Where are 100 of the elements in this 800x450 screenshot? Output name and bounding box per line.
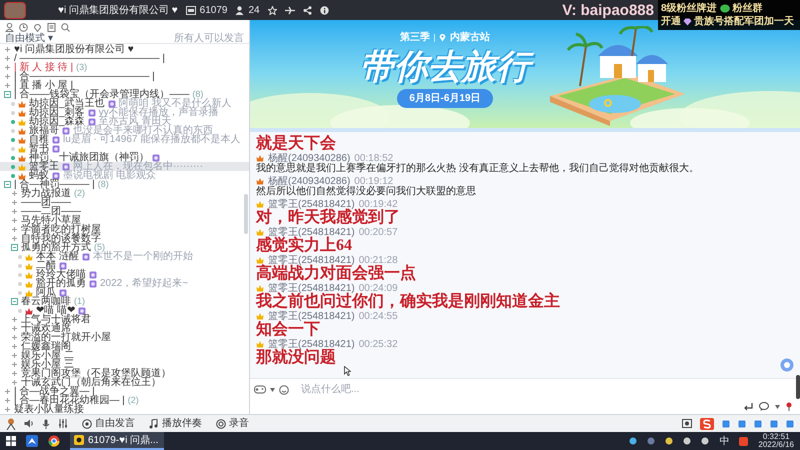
input-method-indicator[interactable]: 中 bbox=[719, 434, 730, 448]
person-icon[interactable] bbox=[5, 22, 14, 32]
plane-icon[interactable] bbox=[284, 6, 295, 14]
user-avatar-icon[interactable] bbox=[6, 418, 16, 430]
user-name[interactable]: 劫掠因_森森 bbox=[29, 117, 85, 126]
screenshot-icon[interactable] bbox=[682, 419, 692, 428]
expand-icon[interactable] bbox=[11, 352, 18, 359]
channel-name[interactable]: 荣溢的一打就开小屋 bbox=[21, 333, 111, 342]
channel-name[interactable]: 疑表小队量练接 bbox=[14, 405, 84, 414]
expand-icon[interactable] bbox=[11, 361, 18, 368]
collapse-icon[interactable] bbox=[4, 181, 11, 188]
channel-name[interactable]: ——二团—— bbox=[21, 207, 81, 216]
expand-icon[interactable] bbox=[11, 379, 18, 386]
channel-name[interactable]: | 合—春田花花幼稚园— | bbox=[14, 396, 125, 405]
channel-name[interactable]: | 合——钱袋宝（开会录管理内线）—— bbox=[14, 90, 190, 99]
user-name[interactable]: 蚂蚁 bbox=[29, 171, 49, 180]
channel-name[interactable]: ♥i 问鼎集团股份有限公司 ♥ bbox=[14, 45, 134, 54]
expand-icon[interactable] bbox=[11, 370, 18, 377]
clock-icon[interactable] bbox=[19, 22, 28, 32]
collapse-icon[interactable] bbox=[4, 91, 11, 98]
pin-icon[interactable] bbox=[786, 402, 792, 411]
sender-name[interactable]: 篮零王(254818421) bbox=[268, 226, 355, 238]
selected-row-highlight[interactable]: 篮零王 网上人在，现在包名中········· bbox=[0, 162, 249, 171]
windows-logo-icon[interactable] bbox=[6, 436, 16, 446]
channel-name[interactable]: 势力战报道 bbox=[21, 189, 71, 198]
caret-icon[interactable] bbox=[270, 388, 275, 392]
info-icon[interactable] bbox=[320, 6, 329, 14]
user-name[interactable]: 玲玲大佬喵 bbox=[36, 270, 86, 279]
channel-name[interactable]: 竞果门阁攻堡（不是攻堡队顾道） bbox=[21, 369, 171, 378]
channel-name[interactable]: / —————————————— | bbox=[14, 54, 165, 63]
user-name[interactable]: 劫掠因_武当王也 bbox=[29, 99, 105, 108]
browser-icon[interactable] bbox=[48, 435, 60, 447]
expand-icon[interactable] bbox=[4, 406, 11, 413]
share-icon[interactable] bbox=[302, 6, 312, 14]
sender-name[interactable]: 篮零王(254818421) bbox=[268, 310, 355, 322]
collapse-icon[interactable] bbox=[11, 244, 18, 251]
expand-icon[interactable] bbox=[4, 55, 11, 62]
expand-icon[interactable] bbox=[4, 64, 11, 71]
user-name[interactable]: 豁开的孤勇 bbox=[36, 279, 86, 288]
sender-name[interactable]: 篮零王(254818421) bbox=[268, 254, 355, 266]
channel-name[interactable]: 娱乐小屋 三 bbox=[21, 360, 74, 369]
channel-name[interactable]: 娱乐小屋 二 bbox=[21, 351, 74, 360]
toolbar-button[interactable]: 自由发言 bbox=[82, 416, 135, 431]
channel-name[interactable]: | 合—神罚——— | bbox=[14, 180, 95, 189]
search-icon[interactable] bbox=[61, 22, 70, 32]
channel-name[interactable]: | 合—战争之翼— | bbox=[14, 387, 95, 396]
sender-name[interactable]: 篮零王(254818421) bbox=[268, 282, 355, 294]
expand-icon[interactable] bbox=[4, 82, 11, 89]
user-name[interactable]: 劫掠因_刺客 bbox=[29, 108, 85, 117]
toolbar-button[interactable]: 录音 bbox=[216, 416, 249, 431]
channel-name[interactable]: 学髓者吃的打树屋 bbox=[21, 225, 101, 234]
user-name[interactable]: 暂书 bbox=[29, 144, 49, 153]
expand-icon[interactable] bbox=[11, 343, 18, 350]
avatar-photo[interactable] bbox=[4, 2, 26, 18]
channel-name[interactable]: 仁媛鑫瑞阁 bbox=[21, 342, 71, 351]
channel-name[interactable]: | 合———————————— | bbox=[14, 72, 155, 81]
sender-name[interactable]: 篮零王(254818421) bbox=[268, 338, 355, 350]
toolbar-button[interactable]: 播放伴奏 bbox=[149, 416, 202, 431]
expand-icon[interactable] bbox=[11, 199, 18, 206]
collapse-icon[interactable] bbox=[11, 298, 18, 305]
channel-name[interactable]: 马先特小草屋 bbox=[21, 216, 81, 225]
expand-icon[interactable] bbox=[4, 397, 11, 404]
expand-icon[interactable] bbox=[4, 73, 11, 80]
user-name[interactable]: 本本 涟醒 bbox=[36, 252, 79, 261]
channel-name[interactable]: | 直 播 小 屋 | bbox=[14, 81, 74, 90]
channel-name[interactable]: 自特我的谈餐数字 bbox=[21, 234, 101, 243]
user-name[interactable]: ❤喵 喵❤ bbox=[36, 306, 75, 315]
expand-icon[interactable] bbox=[11, 208, 18, 215]
channel-name[interactable]: 十诫欢通席 bbox=[21, 324, 71, 333]
sender-name[interactable]: 篮零王(254818421) bbox=[268, 198, 355, 210]
taskbar-app-button[interactable]: 61079-♥i 问鼎... bbox=[70, 432, 164, 450]
document-icon[interactable] bbox=[47, 22, 56, 32]
channel-name[interactable]: 上气与十诫将君 bbox=[21, 315, 91, 324]
bird-app-icon[interactable] bbox=[26, 435, 38, 447]
scrollbar[interactable] bbox=[244, 194, 248, 234]
expand-icon[interactable] bbox=[4, 388, 11, 395]
user-name[interactable]: 二醋 bbox=[36, 261, 56, 270]
expand-icon[interactable] bbox=[11, 190, 18, 197]
enter-icon[interactable] bbox=[744, 402, 753, 410]
emoji-icon[interactable] bbox=[279, 384, 289, 394]
sender-name[interactable]: 杨醒(2409340286) bbox=[268, 152, 350, 164]
channel-name[interactable]: 春云两咖啡 bbox=[21, 297, 71, 306]
user-name[interactable]: 阿瓜 bbox=[36, 288, 56, 297]
channel-name[interactable]: 十诫玄武门（朝后角来在位王） bbox=[21, 378, 161, 387]
equalizer-icon[interactable] bbox=[58, 419, 68, 428]
message-input[interactable]: 说点什么吧... bbox=[301, 382, 796, 397]
channel-name[interactable]: | 新 人 接 待 | bbox=[14, 63, 74, 72]
star-icon[interactable] bbox=[268, 6, 277, 14]
expand-icon[interactable] bbox=[11, 325, 18, 332]
channel-name[interactable]: 孤勇的豁开方式 bbox=[21, 243, 91, 252]
expand-icon[interactable] bbox=[4, 46, 11, 53]
sender-name[interactable]: 杨醒(2409340286) bbox=[268, 176, 350, 186]
caret-icon[interactable] bbox=[775, 404, 780, 408]
scrollbar[interactable] bbox=[796, 375, 800, 399]
user-name[interactable]: 神罚、十诫旅团旗（神罚） bbox=[29, 153, 149, 162]
location-icon[interactable] bbox=[33, 22, 42, 32]
expand-icon[interactable] bbox=[11, 226, 18, 233]
mode-dropdown[interactable]: 自由模式 ▾ bbox=[5, 34, 53, 44]
assistant-bubble-icon[interactable] bbox=[780, 358, 794, 372]
expand-icon[interactable] bbox=[11, 334, 18, 341]
